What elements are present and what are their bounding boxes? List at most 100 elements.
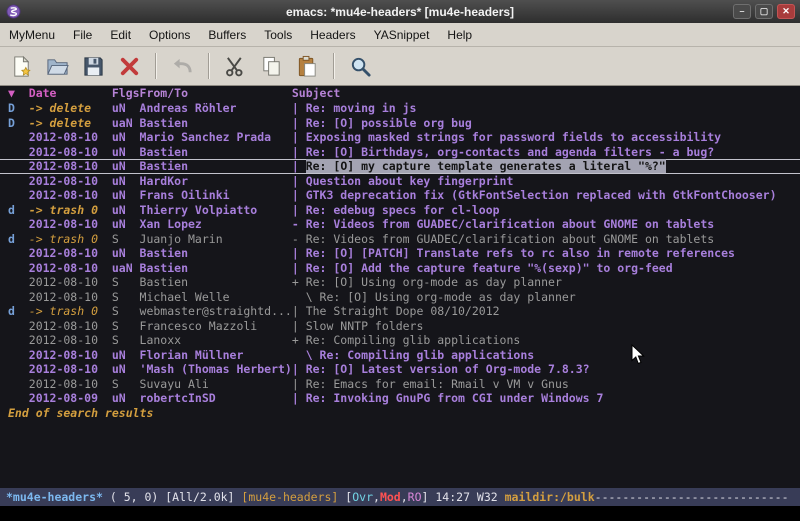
modeline-segment-ro: RO	[408, 490, 422, 504]
message-row[interactable]: 2012-08-10uNBastien| Re: [O] my capture …	[0, 159, 800, 174]
highlighted-subject: Re: [O] my capture template generates a …	[306, 159, 666, 173]
modeline-segment-mod: Mod	[380, 490, 401, 504]
modeline-segment-plain: [	[338, 490, 352, 504]
message-row[interactable]: d-> trash 0SJuanjo Marin- Re: Videos fro…	[0, 232, 800, 247]
mark-char	[8, 348, 29, 363]
modeline-segment-plain: ( 5, 0) [All/2.0k]	[103, 490, 241, 504]
mark-char	[8, 391, 29, 406]
mu4e-headers-buffer[interactable]: ▼ Date Flgs From/To Subject D-> deleteuN…	[0, 86, 800, 488]
message-flags: uN	[112, 362, 140, 377]
message-from: Mario Sanchez Prada	[140, 130, 292, 145]
message-from: Xan Lopez	[140, 217, 292, 232]
message-flags: S	[112, 275, 140, 290]
mark-action: -> trash 0	[29, 203, 112, 218]
message-row[interactable]: 2012-08-10uNXan Lopez- Re: Videos from G…	[0, 217, 800, 232]
mark-char	[8, 290, 29, 305]
message-row[interactable]: 2012-08-10uNBastien| Re: [O] Birthdays, …	[0, 145, 800, 160]
message-row[interactable]: 2012-08-10uN'Mash (Thomas Herbert)| Re: …	[0, 362, 800, 377]
message-row[interactable]: D-> deleteuNAndreas Röhler| Re: moving i…	[0, 101, 800, 116]
message-from: Suvayu Ali	[140, 377, 292, 392]
new-file-icon	[10, 55, 33, 78]
menu-item-yasnippet[interactable]: YASnippet	[365, 24, 439, 46]
message-row[interactable]: 2012-08-10uNFrans Oilinki| GTK3 deprecat…	[0, 188, 800, 203]
message-row[interactable]: d-> trash 0Swebmaster@straightd...| The …	[0, 304, 800, 319]
modeline-segment-plain: 14:27	[435, 490, 470, 504]
paste-icon	[296, 55, 319, 78]
menu-bar: MyMenuFileEditOptionsBuffersToolsHeaders…	[0, 23, 800, 47]
message-from: Thierry Volpiatto	[140, 203, 292, 218]
message-date: 2012-08-09	[29, 391, 112, 406]
menu-item-tools[interactable]: Tools	[255, 24, 301, 46]
message-date: 2012-08-10	[29, 333, 112, 348]
window-controls: – ▢ ✕	[733, 4, 795, 19]
message-flags: uaN	[112, 261, 140, 276]
menu-item-options[interactable]: Options	[140, 24, 199, 46]
message-from: Francesco Mazzoli	[140, 319, 292, 334]
message-subject: | Re: Invoking GnuPG from CGI under Wind…	[292, 391, 800, 406]
cut-button[interactable]	[219, 51, 252, 82]
message-row[interactable]: 2012-08-10uNBastien| Re: [O] [PATCH] Tra…	[0, 246, 800, 261]
message-row[interactable]: 2012-08-10SBastien+ Re: [O] Using org-mo…	[0, 275, 800, 290]
message-from: HardKor	[140, 174, 292, 189]
window-title: emacs: *mu4e-headers* [mu4e-headers]	[0, 5, 800, 19]
search-button[interactable]	[344, 51, 377, 82]
title-bar[interactable]: emacs: *mu4e-headers* [mu4e-headers] – ▢…	[0, 0, 800, 23]
mark-char	[8, 261, 29, 276]
message-subject: | Re: [O] my capture template generates …	[292, 159, 800, 174]
kill-buffer-button[interactable]	[113, 51, 146, 82]
message-row[interactable]: 2012-08-09uNrobertcInSD| Re: Invoking Gn…	[0, 391, 800, 406]
message-row[interactable]: 2012-08-10SSuvayu Ali| Re: Emacs for ema…	[0, 377, 800, 392]
menu-item-edit[interactable]: Edit	[101, 24, 140, 46]
mark-char: d	[8, 304, 29, 319]
message-flags: uN	[112, 203, 140, 218]
message-subject: - Re: Videos from GUADEC/clarification a…	[292, 232, 800, 247]
menu-item-file[interactable]: File	[64, 24, 101, 46]
message-row[interactable]: 2012-08-10SFrancesco Mazzoli| Slow NNTP …	[0, 319, 800, 334]
open-file-button[interactable]	[41, 51, 74, 82]
message-row[interactable]: D-> deleteuaNBastien| Re: [O] possible o…	[0, 116, 800, 131]
mark-char	[8, 130, 29, 145]
mark-char	[8, 275, 29, 290]
menu-item-mymenu[interactable]: MyMenu	[0, 24, 64, 46]
cut-icon	[224, 55, 247, 78]
new-file-button[interactable]	[5, 51, 38, 82]
copy-button[interactable]	[255, 51, 288, 82]
mode-line[interactable]: *mu4e-headers* ( 5, 0) [All/2.0k] [mu4e-…	[0, 488, 800, 506]
mark-char	[8, 145, 29, 160]
message-row[interactable]: 2012-08-10uNMario Sanchez Prada| Exposin…	[0, 130, 800, 145]
modeline-segment-ovr: Ovr	[352, 490, 373, 504]
message-flags: uaN	[112, 116, 140, 131]
paste-button[interactable]	[291, 51, 324, 82]
maximize-button[interactable]: ▢	[755, 4, 773, 19]
menu-item-help[interactable]: Help	[438, 24, 481, 46]
mark-char: d	[8, 203, 29, 218]
message-row[interactable]: 2012-08-10uNHardKor| Question about key …	[0, 174, 800, 189]
message-flags: uN	[112, 391, 140, 406]
message-row[interactable]: 2012-08-10uaNBastien| Re: [O] Add the ca…	[0, 261, 800, 276]
minimize-button[interactable]: –	[733, 4, 751, 19]
message-row[interactable]: 2012-08-10SMichael Welle \ Re: [O] Using…	[0, 290, 800, 305]
message-row[interactable]: d-> trash 0uNThierry Volpiatto| Re: edeb…	[0, 203, 800, 218]
emacs-frame: emacs: *mu4e-headers* [mu4e-headers] – ▢…	[0, 0, 800, 521]
minibuffer[interactable]	[0, 506, 800, 521]
message-date: 2012-08-10	[29, 261, 112, 276]
open-file-icon	[46, 55, 69, 78]
message-row[interactable]: 2012-08-10uNFlorian Müllner \ Re: Compil…	[0, 348, 800, 363]
menu-item-buffers[interactable]: Buffers	[199, 24, 255, 46]
mark-action: -> delete	[29, 116, 112, 131]
message-subject: + Re: [O] Using org-mode as day planner	[292, 275, 800, 290]
close-button[interactable]: ✕	[777, 4, 795, 19]
message-flags: uN	[112, 348, 140, 363]
message-from: Frans Oilinki	[140, 188, 292, 203]
menu-item-headers[interactable]: Headers	[301, 24, 364, 46]
message-subject: | Question about key fingerprint	[292, 174, 800, 189]
mark-char	[8, 333, 29, 348]
message-date: 2012-08-10	[29, 348, 112, 363]
save-buffer-button[interactable]	[77, 51, 110, 82]
message-subject: | GTK3 deprecation fix (GtkFontSelection…	[292, 188, 800, 203]
mark-char: d	[8, 232, 29, 247]
column-header-date: Date	[29, 86, 112, 101]
message-date: 2012-08-10	[29, 275, 112, 290]
message-row[interactable]: 2012-08-10SLanoxx+ Re: Compiling glib ap…	[0, 333, 800, 348]
mark-char	[8, 319, 29, 334]
